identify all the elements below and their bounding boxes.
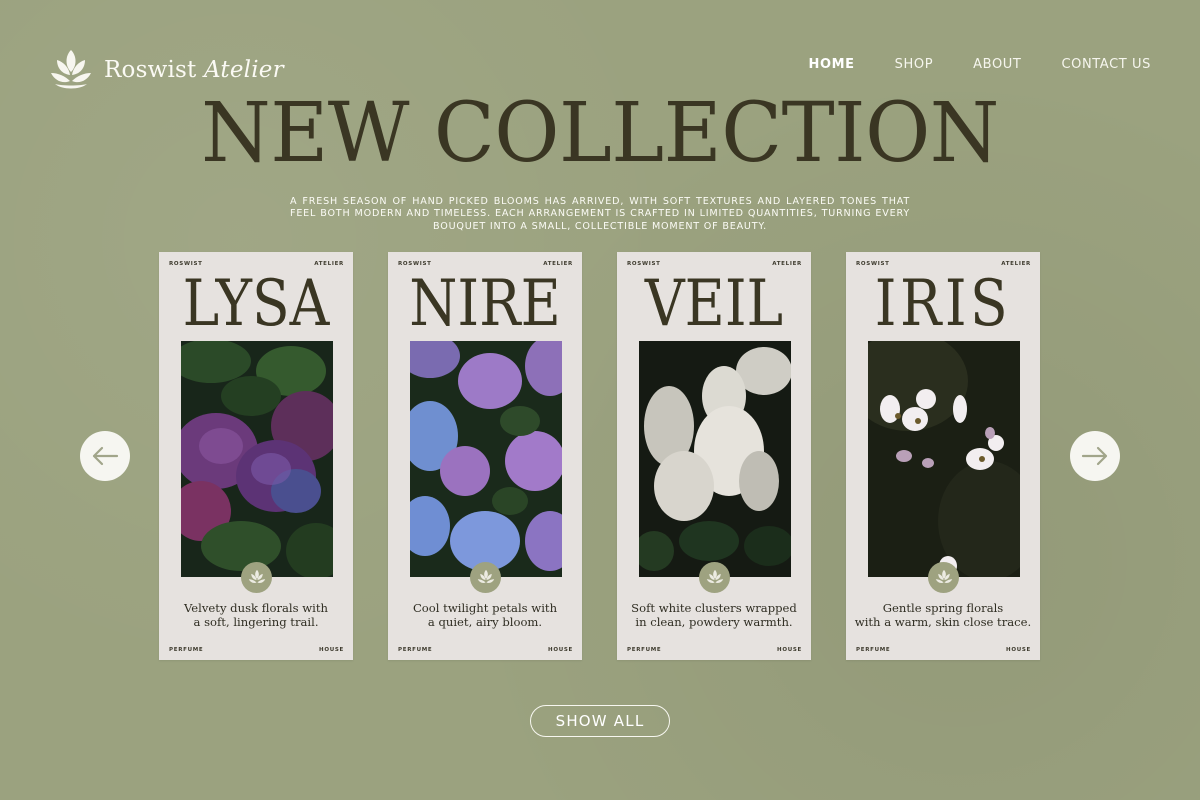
product-card-nire[interactable]: ROSWIST ATELIER NIRE Cool twilight petal…: [388, 252, 582, 660]
card-footer-right: HOUSE: [1006, 647, 1031, 653]
product-description-line: a soft, lingering trail.: [193, 614, 319, 629]
card-footer-left: PERFUME: [856, 647, 891, 653]
product-description-line: a quiet, airy bloom.: [427, 614, 543, 629]
product-photo: [410, 341, 562, 577]
product-description-line: in clean, powdery warmth.: [635, 614, 793, 629]
card-footer: PERFUME HOUSE: [627, 647, 802, 653]
product-photo: [868, 341, 1020, 577]
product-photo: [181, 341, 333, 577]
page-title: NEW COLLECTION: [201, 86, 999, 181]
product-description: Gentle spring florals with a warm, skin …: [852, 601, 1034, 629]
product-name: VEIL: [644, 267, 784, 341]
product-description: Cool twilight petals with a quiet, airy …: [394, 601, 576, 629]
product-name: NIRE: [409, 267, 561, 341]
product-description-line: Cool twilight petals with: [412, 601, 558, 615]
nav-about[interactable]: ABOUT: [973, 57, 1021, 72]
card-footer: PERFUME HOUSE: [856, 647, 1031, 653]
nav-home[interactable]: HOME: [809, 57, 855, 72]
product-description-line: Soft white clusters wrapped: [631, 601, 797, 615]
card-footer: PERFUME HOUSE: [398, 647, 573, 653]
product-description: Soft white clusters wrapped in clean, po…: [623, 601, 805, 629]
card-footer-right: HOUSE: [548, 647, 573, 653]
lotus-badge-icon: [928, 562, 959, 593]
brand-name-suffix: Atelier: [203, 57, 284, 83]
lotus-badge-icon: [470, 562, 501, 593]
lotus-badge-icon: [699, 562, 730, 593]
nav-shop[interactable]: SHOP: [895, 57, 934, 72]
nav-contact-us[interactable]: CONTACT US: [1061, 57, 1151, 72]
card-footer-left: PERFUME: [627, 647, 662, 653]
card-footer-right: HOUSE: [319, 647, 344, 653]
product-description-line: Gentle spring florals: [882, 601, 1004, 615]
lotus-badge-icon: [241, 562, 272, 593]
product-photo: [639, 341, 791, 577]
product-description-line: with a warm, skin close trace.: [854, 614, 1032, 629]
arrow-right-icon: [1081, 446, 1108, 466]
brand-name: Roswist: [104, 57, 197, 83]
arrow-left-icon: [92, 446, 119, 466]
product-name: LYSA: [182, 267, 330, 341]
main-nav: HOME SHOP ABOUT CONTACT US: [809, 57, 1152, 72]
brand-wordmark: Roswist Atelier: [104, 57, 284, 83]
show-all-button[interactable]: SHOW ALL: [530, 705, 670, 737]
carousel-next-button[interactable]: [1070, 431, 1120, 481]
carousel-prev-button[interactable]: [80, 431, 130, 481]
collection-description: A fresh season of hand picked blooms has…: [290, 195, 910, 232]
card-footer-left: PERFUME: [398, 647, 433, 653]
card-footer: PERFUME HOUSE: [169, 647, 344, 653]
product-description: Velvety dusk florals with a soft, linger…: [165, 601, 347, 629]
product-name: IRIS: [874, 267, 1012, 341]
product-card-lysa[interactable]: ROSWIST ATELIER LYSA Velvety dusk floral…: [159, 252, 353, 660]
product-card-iris[interactable]: ROSWIST ATELIER IRIS Gentle spring flora…: [846, 252, 1040, 660]
card-footer-left: PERFUME: [169, 647, 204, 653]
product-card-veil[interactable]: ROSWIST ATELIER VEIL Soft white clusters…: [617, 252, 811, 660]
product-description-line: Velvety dusk florals with: [184, 601, 328, 615]
card-footer-right: HOUSE: [777, 647, 802, 653]
